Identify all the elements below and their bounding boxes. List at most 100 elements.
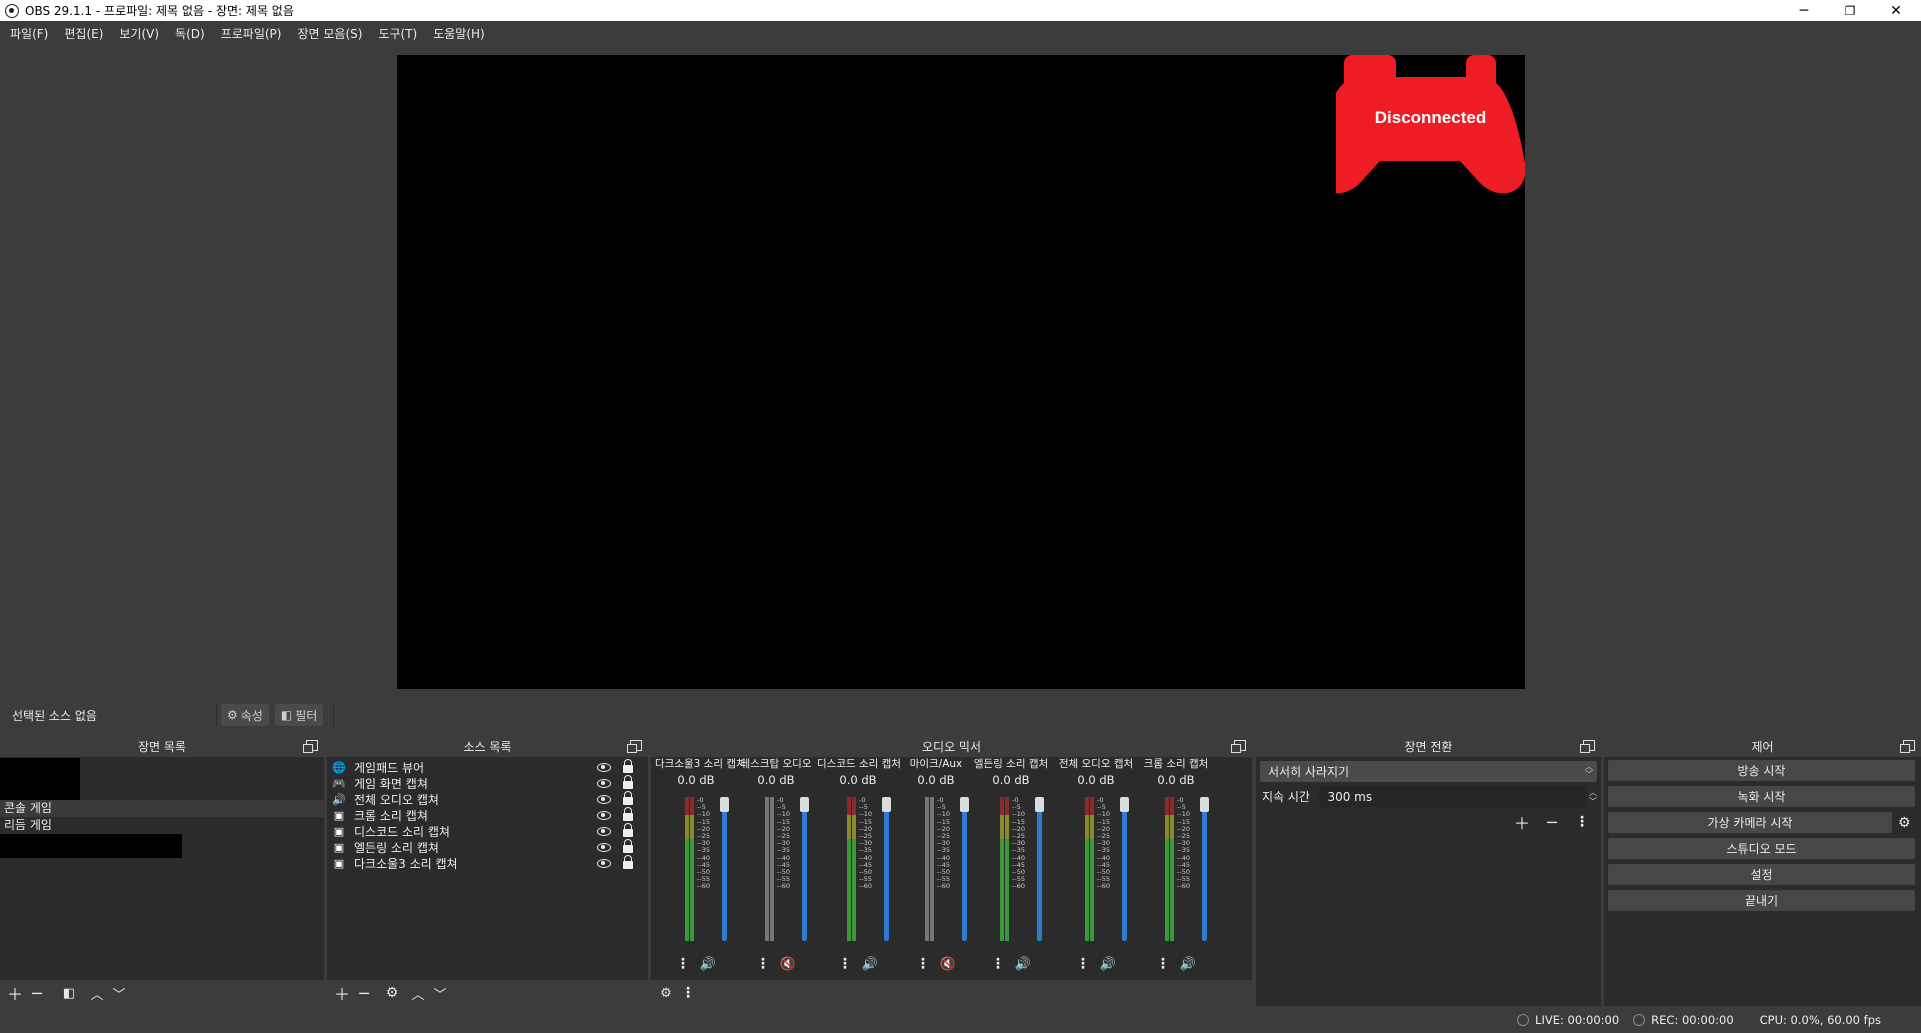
channel-menu-button[interactable]: ⋮ bbox=[838, 956, 852, 972]
scene-item[interactable]: 콘솔 게임 bbox=[0, 800, 324, 817]
channel-menu-button[interactable]: ⋮ bbox=[991, 956, 1005, 972]
move-up-button[interactable]: ︿ bbox=[407, 982, 429, 1004]
channel-menu-button[interactable]: ⋮ bbox=[676, 956, 690, 972]
volume-fader[interactable] bbox=[1202, 801, 1207, 941]
visibility-icon[interactable] bbox=[597, 778, 611, 788]
muted-speaker-icon[interactable]: 🔇 bbox=[940, 957, 956, 972]
add-source-button[interactable]: ＋ bbox=[331, 982, 353, 1004]
remove-scene-button[interactable]: ─ bbox=[26, 982, 48, 1004]
menu-view[interactable]: 보기(V) bbox=[111, 25, 167, 42]
fader-handle[interactable] bbox=[1200, 797, 1209, 812]
remove-transition-button[interactable]: ─ bbox=[1541, 811, 1563, 833]
speaker-icon[interactable]: 🔊 bbox=[1180, 957, 1196, 972]
move-down-button[interactable]: ﹀ bbox=[429, 982, 451, 1004]
volume-meter bbox=[685, 797, 689, 941]
minimize-button[interactable]: ─ bbox=[1781, 0, 1827, 21]
lock-icon[interactable] bbox=[623, 823, 633, 837]
visibility-icon[interactable] bbox=[597, 762, 611, 772]
lock-icon[interactable] bbox=[623, 855, 633, 869]
speaker-icon[interactable]: 🔊 bbox=[1100, 957, 1116, 972]
speaker-icon[interactable]: 🔊 bbox=[1015, 957, 1031, 972]
channel-menu-button[interactable]: ⋮ bbox=[756, 956, 770, 972]
source-item[interactable]: 🎮 게임 화면 캡쳐 bbox=[327, 775, 648, 791]
settings-button[interactable]: 설정 bbox=[1608, 864, 1915, 885]
lock-icon[interactable] bbox=[623, 759, 633, 773]
scene-list: 콘솔 게임 리듬 게임 bbox=[0, 758, 324, 858]
visibility-icon[interactable] bbox=[597, 826, 611, 836]
lock-icon[interactable] bbox=[623, 775, 633, 789]
lock-icon[interactable] bbox=[623, 807, 633, 821]
virtual-camera-gear-icon[interactable]: ⚙ bbox=[1898, 815, 1911, 831]
volume-fader[interactable] bbox=[802, 801, 807, 941]
menu-tools[interactable]: 도구(T) bbox=[370, 25, 425, 42]
duration-input[interactable]: 300 ms bbox=[1319, 786, 1586, 807]
source-item[interactable]: ▣ 다크소울3 소리 캡쳐 bbox=[327, 855, 648, 871]
volume-fader[interactable] bbox=[962, 801, 967, 941]
lock-icon[interactable] bbox=[623, 839, 633, 853]
filters-button[interactable]: ◧ 필터 bbox=[274, 704, 324, 726]
scene-item-redacted[interactable] bbox=[0, 758, 80, 800]
move-up-button[interactable]: ︿ bbox=[86, 982, 108, 1004]
source-properties-button[interactable]: ⚙ bbox=[381, 982, 403, 1004]
fader-handle[interactable] bbox=[1120, 797, 1129, 812]
scene-filters-button[interactable]: ◧ bbox=[58, 982, 80, 1004]
speaker-icon[interactable]: 🔊 bbox=[862, 957, 878, 972]
mixer-menu-button[interactable]: ⋮ bbox=[677, 982, 699, 1004]
menu-file[interactable]: 파일(F) bbox=[2, 25, 56, 42]
exit-button[interactable]: 끝내기 bbox=[1608, 890, 1915, 911]
fader-handle[interactable] bbox=[960, 797, 969, 812]
start-virtual-camera-button[interactable]: 가상 카메라 시작 bbox=[1608, 812, 1892, 833]
menu-scene-collection[interactable]: 장면 모음(S) bbox=[289, 25, 370, 42]
volume-fader[interactable] bbox=[1122, 801, 1127, 941]
source-list: 🌐 게임패드 뷰어 🎮 게임 화면 캡쳐 🔊 전체 오디오 캡쳐 ▣ 크롬 소리… bbox=[327, 759, 648, 871]
speaker-icon[interactable]: 🔊 bbox=[700, 957, 716, 972]
menu-profile[interactable]: 프로파일(P) bbox=[213, 25, 290, 42]
fader-handle[interactable] bbox=[800, 797, 809, 812]
source-item[interactable]: ▣ 크롬 소리 캡쳐 bbox=[327, 807, 648, 823]
lock-icon[interactable] bbox=[623, 791, 633, 805]
undock-icon[interactable] bbox=[627, 740, 642, 753]
add-transition-button[interactable]: ＋ bbox=[1511, 811, 1533, 833]
properties-button[interactable]: ⚙ 속성 bbox=[221, 704, 269, 726]
visibility-icon[interactable] bbox=[597, 810, 611, 820]
obs-logo-icon bbox=[5, 3, 19, 18]
start-streaming-button[interactable]: 방송 시작 bbox=[1608, 760, 1915, 781]
transition-menu-button[interactable]: ⋮ bbox=[1571, 811, 1593, 833]
muted-speaker-icon[interactable]: 🔇 bbox=[780, 957, 796, 972]
menu-help[interactable]: 도움말(H) bbox=[425, 25, 493, 42]
studio-mode-button[interactable]: 스튜디오 모드 bbox=[1608, 838, 1915, 859]
visibility-icon[interactable] bbox=[597, 794, 611, 804]
volume-fader[interactable] bbox=[884, 801, 889, 941]
channel-menu-button[interactable]: ⋮ bbox=[916, 956, 930, 972]
start-recording-button[interactable]: 녹화 시작 bbox=[1608, 786, 1915, 807]
source-item[interactable]: ▣ 엘든링 소리 캡쳐 bbox=[327, 839, 648, 855]
transition-select[interactable]: 서서히 사라지기 ︿ ﹀ bbox=[1260, 761, 1597, 782]
channel-name: 전체 오디오 캡처 bbox=[1058, 758, 1134, 770]
volume-fader[interactable] bbox=[722, 801, 727, 941]
add-scene-button[interactable]: ＋ bbox=[4, 982, 26, 1004]
menu-edit[interactable]: 편집(E) bbox=[56, 25, 111, 42]
close-button[interactable]: ✕ bbox=[1873, 0, 1919, 21]
fader-handle[interactable] bbox=[882, 797, 891, 812]
fader-handle[interactable] bbox=[720, 797, 729, 812]
visibility-icon[interactable] bbox=[597, 858, 611, 868]
scene-item[interactable]: 리듬 게임 bbox=[0, 817, 324, 834]
menu-docks[interactable]: 독(D) bbox=[167, 25, 213, 42]
visibility-icon[interactable] bbox=[597, 842, 611, 852]
source-item[interactable]: ▣ 디스코드 소리 캡쳐 bbox=[327, 823, 648, 839]
fader-handle[interactable] bbox=[1035, 797, 1044, 812]
remove-source-button[interactable]: ─ bbox=[353, 982, 375, 1004]
restore-button[interactable]: ❐ bbox=[1827, 0, 1873, 21]
duration-stepper[interactable]: ︿ ﹀ bbox=[1589, 788, 1597, 806]
advanced-audio-gear-icon[interactable]: ⚙ bbox=[655, 982, 677, 1004]
channel-menu-button[interactable]: ⋮ bbox=[1076, 956, 1090, 972]
undock-icon[interactable] bbox=[303, 740, 318, 753]
undock-icon[interactable] bbox=[1900, 740, 1915, 753]
move-down-button[interactable]: ﹀ bbox=[108, 982, 130, 1004]
undock-icon[interactable] bbox=[1580, 740, 1595, 753]
volume-fader[interactable] bbox=[1037, 801, 1042, 941]
channel-menu-button[interactable]: ⋮ bbox=[1156, 956, 1170, 972]
source-item[interactable]: 🔊 전체 오디오 캡쳐 bbox=[327, 791, 648, 807]
source-item[interactable]: 🌐 게임패드 뷰어 bbox=[327, 759, 648, 775]
scene-item-redacted[interactable] bbox=[0, 834, 182, 858]
